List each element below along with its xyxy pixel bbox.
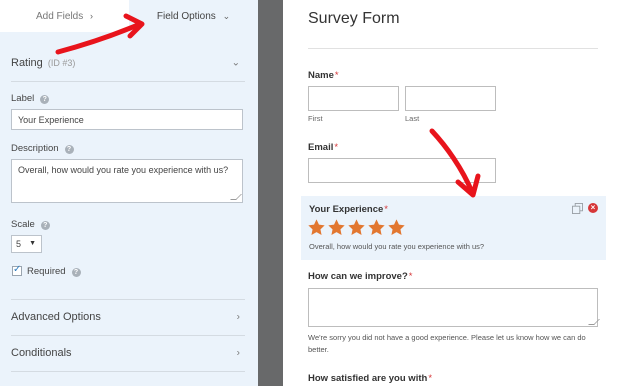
label-input[interactable] — [11, 109, 243, 130]
field-id: (ID #3) — [47, 58, 76, 68]
improve-label: How can we improve? — [308, 271, 408, 282]
star-icon[interactable] — [347, 218, 366, 237]
star-icon[interactable] — [387, 218, 406, 237]
name-field-label: Name* — [308, 70, 339, 81]
last-name-input[interactable] — [405, 86, 496, 111]
star-icon[interactable] — [327, 218, 346, 237]
satisfied-field-label: How satisfied are you with* — [308, 373, 432, 384]
email-input[interactable] — [308, 158, 496, 183]
required-asterisk: * — [428, 373, 433, 384]
duplicate-icon[interactable] — [572, 203, 583, 214]
description-field-title: Description? — [11, 143, 74, 154]
tab-field-options[interactable]: Field Options ⌄ — [129, 0, 258, 32]
help-icon[interactable]: ? — [64, 145, 74, 154]
star-icon[interactable] — [307, 218, 326, 237]
title-divider — [308, 48, 598, 49]
field-header-label: Rating (ID #3) — [11, 57, 75, 69]
advanced-options-section[interactable]: Advanced Options › — [0, 300, 258, 334]
email-field-label: Email* — [308, 142, 338, 153]
tab-add-fields-label: Add Fields — [35, 11, 84, 22]
chevron-right-icon: › — [236, 347, 240, 359]
first-name-input[interactable] — [308, 86, 399, 111]
help-icon[interactable]: ? — [40, 221, 50, 230]
help-icon[interactable]: ? — [71, 268, 81, 277]
divider — [11, 371, 245, 372]
field-header-rating[interactable]: Rating (ID #3) ⌄ — [0, 46, 258, 80]
label-field-label: Label — [11, 93, 35, 104]
rating-field-preview[interactable]: Your Experience* Overall, how would you … — [301, 196, 606, 260]
required-asterisk: * — [334, 142, 339, 153]
panel-tabs: Add Fields › Field Options ⌄ — [0, 0, 258, 32]
first-name-sublabel: First — [308, 114, 323, 123]
star-icon[interactable] — [367, 218, 386, 237]
dropdown-caret-icon: ▼ — [29, 240, 36, 247]
conditionals-label: Conditionals — [11, 347, 72, 359]
scale-selected-value: 5 — [16, 239, 22, 249]
email-label: Email — [308, 142, 334, 153]
checkmark-icon: ✓ — [13, 264, 22, 275]
advanced-options-label: Advanced Options — [11, 311, 101, 323]
form-preview: Survey Form Name* First Last Email* Your… — [283, 0, 620, 386]
tab-field-options-label: Field Options — [156, 11, 216, 22]
chevron-right-icon: › — [90, 11, 94, 21]
name-label: Name — [308, 70, 334, 81]
field-options-panel: Add Fields › Field Options ⌄ Rating (ID … — [0, 0, 258, 386]
scale-field-label: Scale — [11, 219, 35, 230]
delete-icon[interactable]: × — [588, 203, 598, 213]
chevron-down-icon[interactable]: ⌄ — [232, 58, 240, 69]
improve-field-label: How can we improve?* — [308, 271, 412, 282]
rating-label: Your Experience — [309, 204, 384, 215]
help-icon[interactable]: ? — [40, 95, 50, 104]
required-label-group: Required? — [27, 266, 81, 277]
required-asterisk: * — [334, 70, 339, 81]
field-type-title: Rating — [11, 57, 43, 69]
scale-field-title: Scale? — [11, 219, 50, 230]
improve-help-text: We're sorry you did not have a good expe… — [308, 333, 586, 354]
required-asterisk: * — [408, 271, 413, 282]
chevron-down-icon: ⌄ — [222, 11, 231, 21]
required-asterisk: * — [384, 204, 388, 215]
last-name-sublabel: Last — [405, 114, 420, 123]
label-field-title: Label? — [11, 93, 50, 104]
required-checkbox[interactable]: ✓ — [12, 264, 22, 276]
panel-gutter — [258, 0, 283, 386]
tab-add-fields[interactable]: Add Fields › — [0, 0, 129, 32]
divider — [11, 81, 245, 82]
conditionals-section[interactable]: Conditionals › — [0, 336, 258, 370]
improve-textarea[interactable] — [308, 288, 598, 327]
description-textarea[interactable] — [11, 159, 243, 203]
scale-select[interactable]: 5 ▼ — [11, 235, 42, 253]
chevron-right-icon: › — [236, 311, 240, 323]
description-field-label: Description — [11, 143, 59, 154]
form-title: Survey Form — [308, 10, 400, 27]
rating-description: Overall, how would you rate you experien… — [309, 242, 485, 251]
satisfied-label: How satisfied are you with — [308, 373, 428, 384]
rating-field-label: Your Experience* — [309, 204, 388, 215]
required-label: Required — [27, 266, 66, 277]
